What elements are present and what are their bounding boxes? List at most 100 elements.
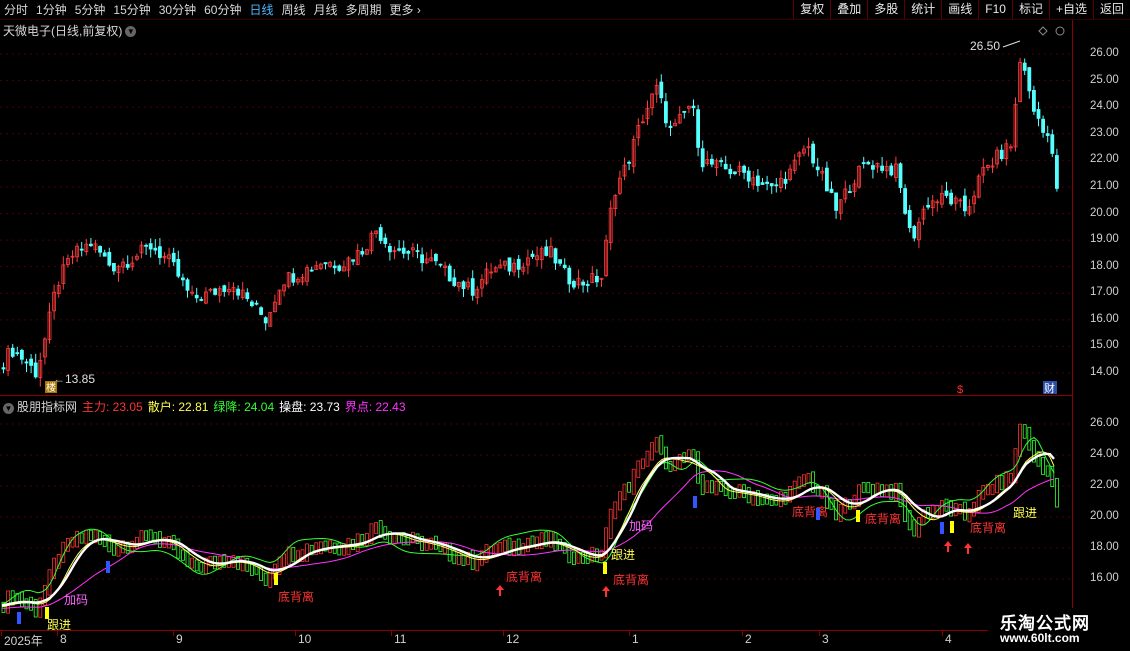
tool-button[interactable]: F10 <box>978 0 1012 19</box>
candle <box>378 227 383 241</box>
candle <box>1045 133 1050 136</box>
candle <box>765 181 769 184</box>
kline-chart[interactable]: 26.50←13.85楼 $ 财跟进加码 底背离底背离 底背离跟进加码底背离 底背离底背离… <box>0 20 1072 650</box>
indicator-bar <box>723 483 728 497</box>
signal-bottom: 底背离 <box>865 511 901 526</box>
period-tab[interactable]: 分时 <box>0 1 32 18</box>
candle <box>438 263 443 266</box>
tool-button[interactable]: 标记 <box>1011 0 1049 19</box>
circle-chevron-icon[interactable]: ▼ <box>3 403 14 414</box>
indicator-bar <box>89 529 93 541</box>
candle <box>332 265 337 269</box>
candle <box>148 243 153 250</box>
indicator-bar <box>291 546 296 563</box>
candle <box>742 165 746 173</box>
tool-button[interactable]: 叠加 <box>830 0 867 19</box>
indicator-bar <box>917 517 921 538</box>
signal-block <box>274 573 278 585</box>
candle <box>562 264 567 269</box>
signal-block <box>603 562 607 574</box>
tool-button[interactable]: 返回 <box>1092 0 1130 19</box>
indicator-tick: 26.00 <box>1090 417 1119 429</box>
candle <box>452 277 457 286</box>
price-tick: 22.00 <box>1090 153 1119 166</box>
candle <box>1 367 6 370</box>
candle <box>199 299 204 301</box>
candle <box>98 246 102 253</box>
candle <box>194 294 199 299</box>
date-tick-mark <box>295 630 296 636</box>
indicator-bar <box>282 553 287 568</box>
candle <box>263 317 268 324</box>
date-tick: 4 <box>945 632 952 646</box>
period-tab[interactable]: 30分钟 <box>155 1 200 18</box>
diamond-icon <box>1038 26 1048 36</box>
indicator-bar <box>1045 465 1050 477</box>
indicator-value: 散户: 22.81 <box>147 400 209 414</box>
period-tab[interactable]: 月线 <box>310 1 342 18</box>
candle <box>811 143 815 164</box>
signal-block <box>950 521 954 533</box>
indicator-bar <box>696 451 700 484</box>
signal-block <box>45 607 49 619</box>
indicator-bar <box>645 450 650 467</box>
indicator-bar <box>535 536 539 549</box>
candle <box>926 204 930 208</box>
period-tab[interactable]: 更多 › <box>386 1 425 18</box>
candle <box>664 101 668 124</box>
candle <box>309 269 314 272</box>
indicator-bar <box>940 500 944 517</box>
candle <box>723 163 728 170</box>
up-arrow-icon <box>944 541 952 552</box>
date-tick: 1 <box>632 632 639 646</box>
candle <box>627 161 631 164</box>
indicator-bar <box>392 533 397 545</box>
period-tab[interactable]: 日线 <box>245 1 277 18</box>
tool-button[interactable]: 复权 <box>793 0 830 19</box>
indicator-bar <box>144 530 149 541</box>
tool-button[interactable]: 多股 <box>867 0 904 19</box>
indicator-bar <box>608 508 613 539</box>
date-tick: 12 <box>506 632 520 646</box>
indicator-bar <box>452 549 457 565</box>
high-label: 26.50 <box>970 39 1000 53</box>
candle <box>107 251 112 266</box>
signal-bottom: 底背离 <box>792 504 828 519</box>
tool-button[interactable]: +自选 <box>1048 0 1093 19</box>
candle <box>1050 134 1055 154</box>
candle <box>774 184 779 187</box>
candle <box>1027 67 1032 92</box>
candle <box>213 288 218 295</box>
indicator-bar <box>659 435 664 455</box>
signal-bottom: 底背离 <box>613 572 649 587</box>
date-tick-mark <box>1 630 2 636</box>
candle <box>1022 62 1027 71</box>
tool-button[interactable]: 画线 <box>941 0 978 19</box>
indicator-bar <box>838 503 843 522</box>
indicator-bar <box>456 552 461 565</box>
indicator-bar <box>627 482 631 493</box>
tool-button[interactable]: 统计 <box>904 0 941 19</box>
indicator-bar <box>245 558 250 572</box>
candle <box>1055 155 1059 189</box>
indicator-bar <box>1022 424 1027 439</box>
indicator-tick: 24.00 <box>1090 448 1119 460</box>
circle-icon <box>1055 26 1065 36</box>
date-tick-mark <box>391 630 392 636</box>
candle <box>180 277 185 281</box>
period-tab[interactable]: 1分钟 <box>32 1 71 18</box>
high-pointer <box>1002 40 1021 48</box>
period-tab[interactable]: 60分钟 <box>200 1 245 18</box>
indicator-bar <box>912 519 917 537</box>
period-tab[interactable]: 多周期 <box>342 1 386 18</box>
date-tick-mark <box>629 630 630 636</box>
period-tab[interactable]: 5分钟 <box>71 1 110 18</box>
period-tab[interactable]: 周线 <box>277 1 309 18</box>
indicator-bar <box>806 472 811 484</box>
indicator-bar <box>305 543 310 562</box>
candle <box>682 110 687 113</box>
candle <box>898 163 903 188</box>
indicator-bar <box>102 534 107 547</box>
indicator-bar <box>84 529 89 545</box>
period-tab[interactable]: 15分钟 <box>109 1 154 18</box>
